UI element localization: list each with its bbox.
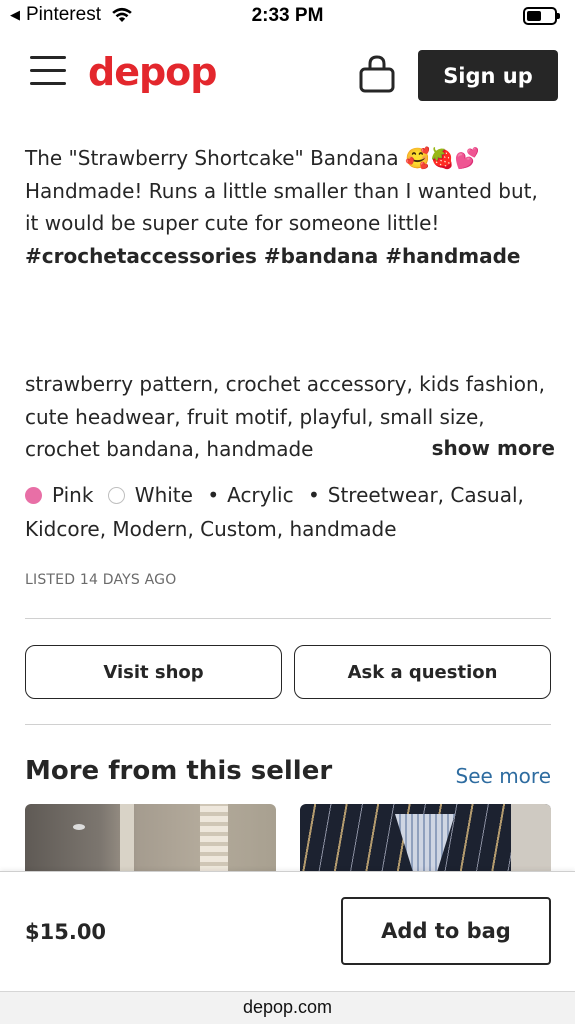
listing-attributes: Pink White • Acrylic • Streetwear, Casual,…	[25, 478, 560, 546]
status-bar: ◀ Pinterest 2:33 PM	[0, 0, 575, 32]
battery-icon	[523, 7, 560, 25]
description-text: The "Strawberry Shortcake" Bandana 🥰🍓💕 H…	[25, 146, 538, 235]
depop-logo[interactable]: depop	[88, 50, 217, 94]
ask-question-button[interactable]: Ask a question	[294, 645, 551, 699]
browser-url-bar[interactable]: depop.com	[0, 991, 575, 1024]
pink-swatch	[25, 487, 42, 504]
battery-level	[527, 11, 541, 21]
listed-date: LISTED 14 DAYS AGO	[25, 572, 177, 588]
visit-shop-button[interactable]: Visit shop	[25, 645, 282, 699]
listing-tags: strawberry pattern, crochet accessory, k…	[25, 368, 555, 464]
seller-item-thumbnail[interactable]	[300, 804, 551, 872]
add-to-bag-button[interactable]: Add to bag	[341, 897, 551, 965]
divider	[25, 618, 551, 619]
divider	[25, 724, 551, 725]
menu-icon[interactable]	[30, 56, 66, 86]
more-from-seller-title: More from this seller	[25, 756, 333, 786]
seller-item-thumbnail[interactable]	[25, 804, 276, 872]
price: $15.00	[25, 920, 107, 944]
color-white: White	[134, 483, 193, 507]
purchase-bar: $15.00 Add to bag	[0, 871, 575, 991]
color-pink: Pink	[52, 483, 94, 507]
separator-dot: •	[307, 483, 320, 507]
sign-up-button[interactable]: Sign up	[418, 50, 558, 101]
listing-description: The "Strawberry Shortcake" Bandana 🥰🍓💕 H…	[25, 142, 555, 272]
show-more-button[interactable]: show more	[403, 432, 555, 464]
separator-dot: •	[207, 483, 220, 507]
see-more-link[interactable]: See more	[456, 764, 551, 788]
hashtags[interactable]: #crochetaccessories #bandana #handmade	[25, 240, 555, 273]
material: Acrylic	[227, 483, 294, 507]
white-swatch	[107, 487, 125, 504]
shopping-bag-icon[interactable]	[358, 54, 396, 94]
clock: 2:33 PM	[251, 5, 324, 26]
site-header: depop Sign up	[0, 44, 575, 108]
